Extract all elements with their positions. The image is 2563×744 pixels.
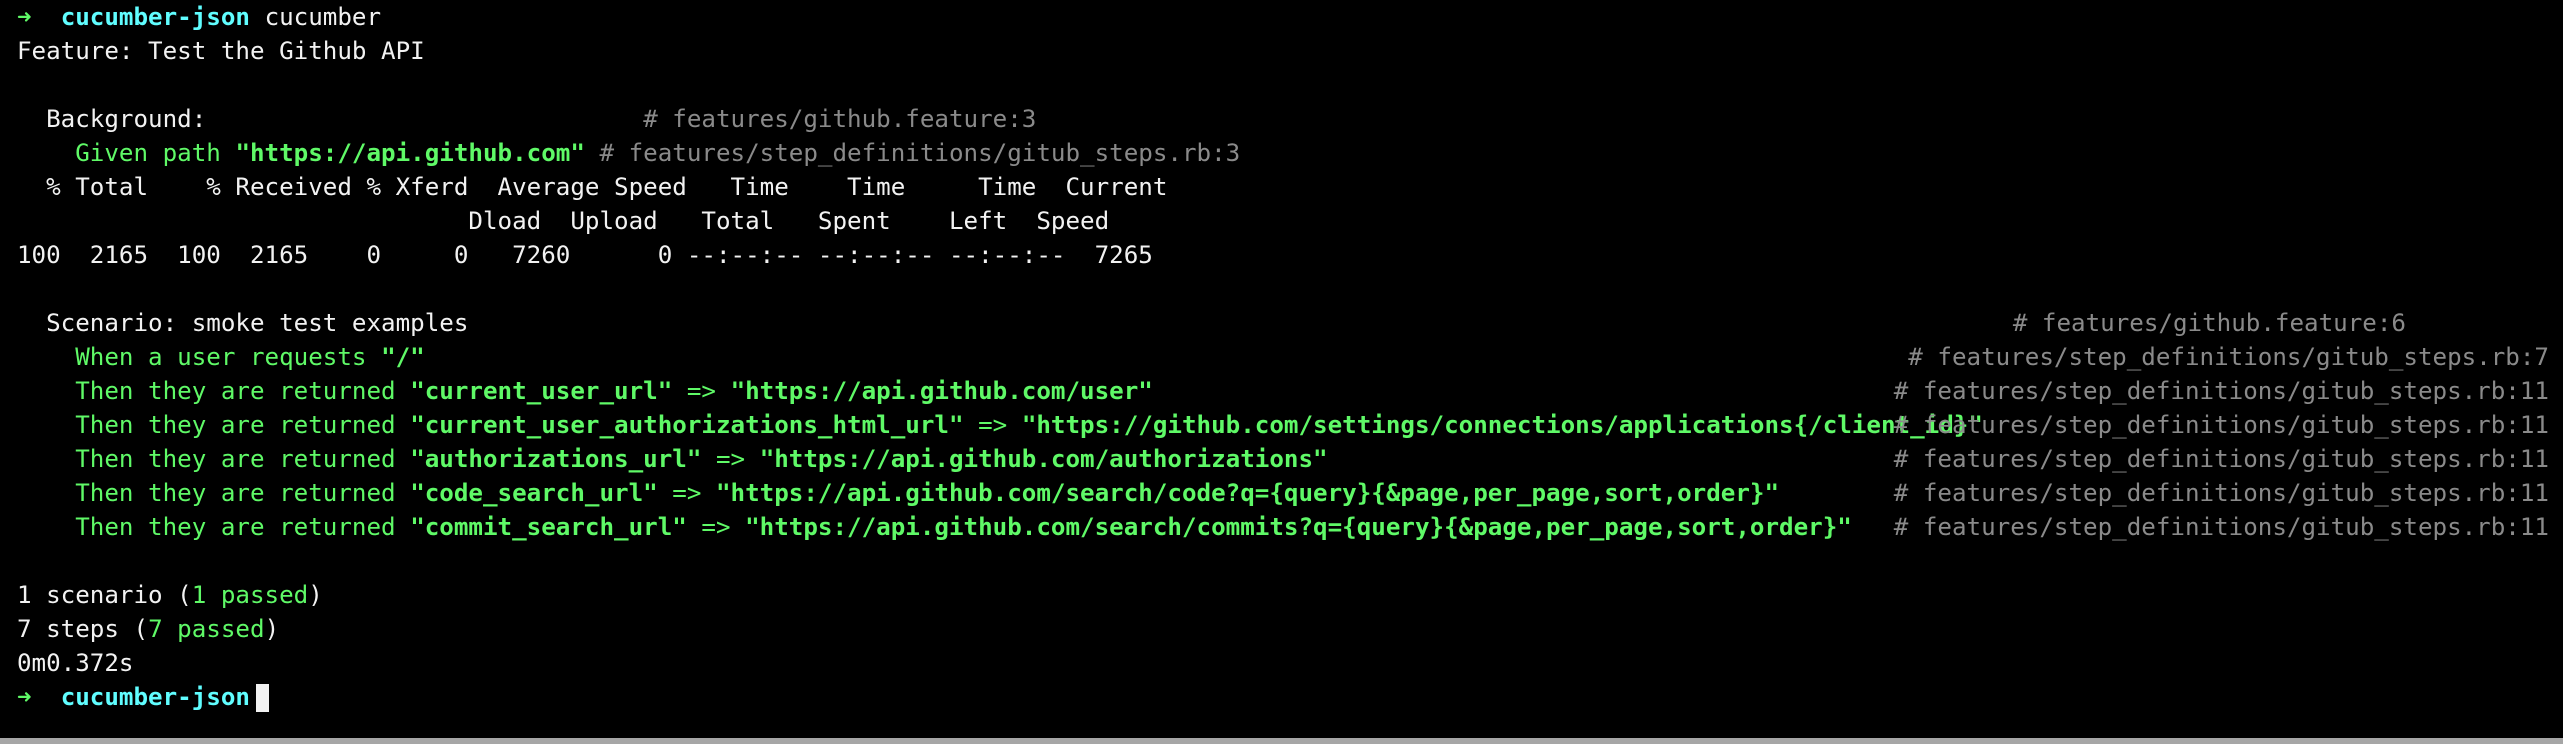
step-key: "/": [381, 343, 425, 371]
step-prefix: Then they are returned: [75, 411, 411, 439]
step-key: "code_search_url": [410, 479, 658, 507]
background-line: Background: # features/github.feature:3: [17, 102, 1036, 136]
step-prefix: Then they are returned: [75, 513, 411, 541]
step-key: "authorizations_url": [410, 445, 702, 473]
window-bottom-edge: [0, 738, 2563, 744]
given-step-arg: "https://api.github.com": [235, 139, 585, 167]
step-line: When a user requests "/": [17, 340, 425, 374]
step-line: Then they are returned "current_user_aut…: [17, 408, 1983, 442]
step-comment: # features/step_definitions/gitub_steps.…: [1908, 343, 2549, 371]
step-prefix: Then they are returned: [75, 445, 411, 473]
step-key: "current_user_authorizations_html_url": [410, 411, 964, 439]
step-value: "https://api.github.com/search/commits?q…: [745, 513, 1852, 541]
scenario-line: Scenario: smoke test examples: [17, 306, 468, 340]
final-prompt-arrow-icon: ➜: [17, 683, 32, 711]
given-step-line: Given path "https://api.github.com" # fe…: [17, 136, 1240, 170]
given-step-text: Given path: [75, 139, 236, 167]
step-comment: # features/step_definitions/gitub_steps.…: [1893, 411, 2549, 439]
terminal-window[interactable]: ➜ cucumber-json cucumber Feature: Test t…: [0, 0, 2563, 744]
step-key: "current_user_url": [410, 377, 673, 405]
scenario-label: Scenario: smoke test examples: [46, 309, 469, 337]
step-line: Then they are returned "authorizations_u…: [17, 442, 1328, 476]
step-line: Then they are returned "current_user_url…: [17, 374, 1153, 408]
feature-line: Feature: Test the Github API: [17, 37, 425, 65]
summary-scenarios-passed: 1 passed: [191, 581, 309, 609]
step-arrow: =>: [701, 445, 760, 473]
prompt-line: ➜ cucumber-json cucumber: [17, 0, 381, 34]
text-cursor: [256, 684, 269, 712]
step-value: "https://api.github.com/authorizations": [759, 445, 1328, 473]
summary-steps-suffix: ): [264, 615, 280, 643]
step-comment: # features/step_definitions/gitub_steps.…: [1893, 479, 2549, 507]
prompt-arrow-icon: ➜: [17, 3, 32, 31]
step-prefix: Then they are returned: [75, 377, 411, 405]
background-comment: # features/github.feature:3: [643, 105, 1037, 133]
curl-header-2: Dload Upload Total Spent Left Speed: [17, 204, 1109, 238]
final-prompt-line[interactable]: ➜ cucumber-json: [17, 680, 269, 714]
step-arrow: =>: [657, 479, 716, 507]
prompt-directory: cucumber-json: [60, 3, 250, 31]
step-prefix: Then they are returned: [75, 479, 411, 507]
step-arrow: =>: [963, 411, 1022, 439]
step-value: "https://github.com/settings/connections…: [1021, 411, 1983, 439]
final-prompt-directory: cucumber-json: [60, 683, 250, 711]
step-value: "https://api.github.com/user": [730, 377, 1153, 405]
summary-steps: 7 steps (7 passed): [17, 612, 279, 646]
curl-header-1-text: % Total % Received % Xferd Average Speed…: [46, 173, 1168, 201]
step-line: Then they are returned "commit_search_ur…: [17, 510, 1852, 544]
curl-values: 100 2165 100 2165 0 0 7260 0 --:--:-- --…: [17, 241, 1153, 269]
step-comment: # features/step_definitions/gitub_steps.…: [1893, 513, 2549, 541]
step-comment: # features/step_definitions/gitub_steps.…: [1893, 377, 2549, 405]
prompt-command: cucumber: [264, 3, 382, 31]
step-comment: # features/step_definitions/gitub_steps.…: [1893, 445, 2549, 473]
step-value: "https://api.github.com/search/code?q={q…: [716, 479, 1780, 507]
summary-scenarios: 1 scenario (1 passed): [17, 578, 323, 612]
summary-scenarios-suffix: ): [308, 581, 323, 609]
step-arrow: =>: [686, 513, 746, 541]
curl-header-2-text: Dload Upload Total Spent Left Speed: [17, 207, 1110, 235]
summary-steps-passed: 7 passed: [148, 615, 265, 643]
step-key: "commit_search_url": [410, 513, 687, 541]
step-line: Then they are returned "code_search_url"…: [17, 476, 1779, 510]
step-prefix: When a user requests: [75, 343, 382, 371]
summary-steps-prefix: 7 steps (: [17, 615, 149, 643]
given-step-comment: # features/step_definitions/gitub_steps.…: [599, 139, 1241, 167]
summary-duration: 0m0.372s: [17, 649, 134, 677]
step-arrow: =>: [672, 377, 731, 405]
summary-scenarios-prefix: 1 scenario (: [17, 581, 192, 609]
curl-header-1: % Total % Received % Xferd Average Speed…: [17, 170, 1167, 204]
background-label: Background:: [46, 105, 207, 133]
scenario-comment: # features/github.feature:6: [2012, 309, 2406, 337]
